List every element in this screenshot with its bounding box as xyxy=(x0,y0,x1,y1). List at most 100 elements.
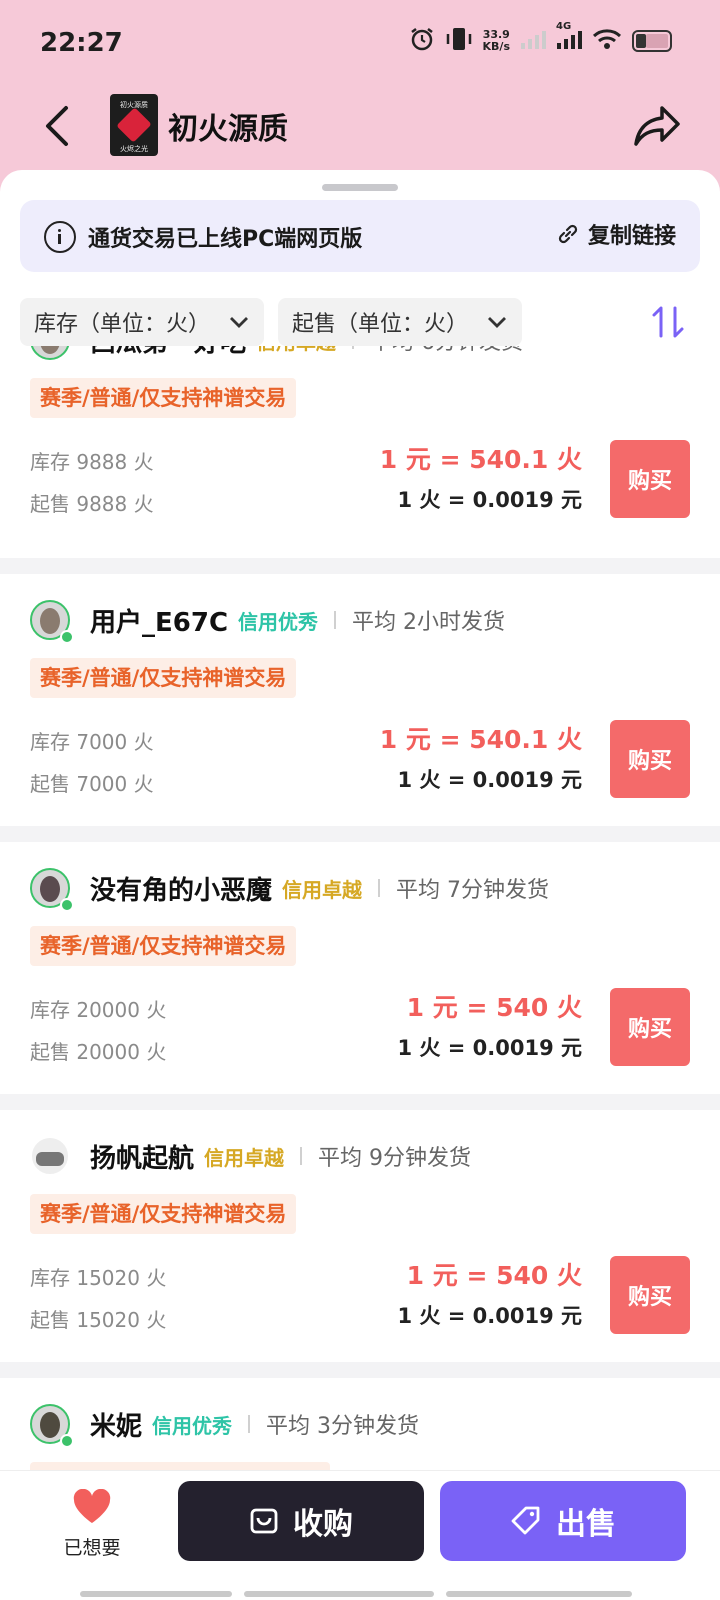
seller-name[interactable]: 米妮 xyxy=(90,1406,142,1443)
notice-text: 通货交易已上线PC端网页版 xyxy=(88,227,363,252)
copy-link-button[interactable]: 复制链接 xyxy=(556,218,676,250)
ship-time: 平均 2小时发货 xyxy=(352,610,506,635)
seller-row: 扬帆起航 信用卓越 平均 9分钟发货 xyxy=(30,1134,471,1178)
battery-icon xyxy=(632,30,672,52)
listing-card: 用户_E67C 信用优秀 平均 2小时发货 赛季/普通/仅支持神谱交易 库存 7… xyxy=(0,574,720,826)
rate-primary: 1 元 = 540.1 火 xyxy=(379,445,582,474)
seller-name[interactable]: 扬帆起航 xyxy=(90,1138,194,1175)
stock-filter-label: 库存（单位：火） xyxy=(34,312,211,337)
divider xyxy=(334,611,337,629)
seller-name[interactable]: 用户_E67C xyxy=(90,602,228,639)
seller-name[interactable]: 西瓜第一好吃 xyxy=(90,346,246,359)
buy-button[interactable]: 购买 xyxy=(610,720,690,798)
buy-button[interactable]: 购买 xyxy=(610,1256,690,1334)
status-icons: 33.9 KB/s 4G xyxy=(409,21,672,56)
seller-name[interactable]: 没有角的小恶魔 xyxy=(90,870,272,907)
card-divider xyxy=(0,826,720,842)
ship-time: 平均 6分钟发货 xyxy=(370,346,523,356)
bottom-action-bar: 已想要 收购 出售 xyxy=(0,1470,720,1600)
info-icon xyxy=(44,221,76,253)
listing-card: 扬帆起航 信用卓越 平均 9分钟发货 赛季/普通/仅支持神谱交易 库存 1502… xyxy=(0,1110,720,1362)
share-button[interactable] xyxy=(632,100,684,150)
purchase-request-button[interactable]: 收购 xyxy=(178,1481,424,1561)
avatar[interactable] xyxy=(30,1404,74,1448)
home-indicator xyxy=(446,1591,632,1597)
buy-button[interactable]: 购买 xyxy=(610,440,690,518)
min-filter-dropdown[interactable]: 起售（单位：火） xyxy=(278,298,522,346)
wishlist-button[interactable]: 已想要 xyxy=(60,1488,124,1560)
net-speed: 33.9 KB/s xyxy=(483,29,510,53)
divider xyxy=(248,1415,251,1433)
stock-text: 库存 20000 火 xyxy=(30,998,167,1022)
status-bar: 22:27 33.9 KB/s 4G xyxy=(0,0,720,90)
seller-row: 没有角的小恶魔 信用卓越 平均 7分钟发货 xyxy=(30,866,549,912)
sell-label: 出售 xyxy=(556,1507,616,1542)
credit-badge: 信用卓越 xyxy=(282,877,363,902)
buy-button[interactable]: 购买 xyxy=(610,988,690,1066)
online-indicator xyxy=(60,898,74,912)
vibrate-icon xyxy=(445,26,473,56)
rate-primary: 1 元 = 540.1 火 xyxy=(379,725,582,754)
page-title: 初火源质 xyxy=(168,112,288,147)
credit-badge: 信用卓越 xyxy=(256,346,336,355)
seller-row: 用户_E67C 信用优秀 平均 2小时发货 xyxy=(30,598,506,644)
min-text: 起售 20000 火 xyxy=(30,1040,167,1064)
rate-primary: 1 元 = 540 火 xyxy=(406,993,582,1022)
seller-row: 米妮 信用优秀 平均 3分钟发货 xyxy=(30,1402,420,1448)
divider xyxy=(352,346,355,349)
card-divider xyxy=(0,558,720,574)
min-text: 起售 7000 火 xyxy=(30,772,154,796)
ship-time: 平均 9分钟发货 xyxy=(318,1146,472,1171)
copy-link-label: 复制链接 xyxy=(587,224,676,249)
listing-card: 没有角的小恶魔 信用卓越 平均 7分钟发货 赛季/普通/仅支持神谱交易 库存 2… xyxy=(0,842,720,1094)
stock-text: 库存 9888 火 xyxy=(30,450,154,474)
online-indicator xyxy=(60,630,74,644)
avatar[interactable] xyxy=(30,1136,70,1176)
bag-icon xyxy=(250,1508,278,1534)
listing-card: 西瓜第一好吃 信用卓越 平均 6分钟发货 赛季/普通/仅支持神谱交易 库存 98… xyxy=(0,346,720,546)
avatar[interactable] xyxy=(30,868,74,912)
sheet-handle[interactable] xyxy=(322,184,398,191)
net-speed-unit: KB/s xyxy=(482,40,510,53)
min-text: 起售 9888 火 xyxy=(30,492,154,516)
sort-button[interactable] xyxy=(648,304,688,340)
chevron-down-icon xyxy=(488,317,506,328)
wishlist-label: 已想要 xyxy=(63,1537,121,1559)
divider xyxy=(300,1147,303,1165)
ship-time: 平均 3分钟发货 xyxy=(266,1414,420,1439)
rate-secondary: 1 火 = 0.0019 元 xyxy=(397,488,583,512)
listing-card: 米妮 信用优秀 平均 3分钟发货 xyxy=(0,1378,720,1472)
game-logo: 初火源质 火烬之光 xyxy=(110,94,158,156)
item-tag: 赛季/普通/仅支持神谱交易 xyxy=(30,1194,297,1234)
wifi-icon xyxy=(592,28,622,54)
share-icon xyxy=(634,106,680,146)
credit-badge: 信用卓越 xyxy=(204,1145,285,1170)
tag-icon xyxy=(511,1506,540,1535)
stock-filter-dropdown[interactable]: 库存（单位：火） xyxy=(20,298,264,346)
sell-button[interactable]: 出售 xyxy=(440,1481,686,1561)
back-arrow-icon xyxy=(46,106,68,146)
notice-banner: 通货交易已上线PC端网页版 复制链接 xyxy=(20,200,700,272)
header: 初火源质 火烬之光 初火源质 xyxy=(0,90,720,170)
avatar[interactable] xyxy=(30,600,74,644)
heart-icon xyxy=(73,1488,111,1523)
divider xyxy=(378,879,381,897)
avatar[interactable] xyxy=(30,346,70,360)
stock-text: 库存 15020 火 xyxy=(30,1266,167,1290)
min-text: 起售 15020 火 xyxy=(30,1308,167,1332)
back-button[interactable] xyxy=(36,102,80,150)
filter-bar: 库存（单位：火） 起售（单位：火） xyxy=(20,298,700,346)
listing-list[interactable]: 西瓜第一好吃 信用卓越 平均 6分钟发货 赛季/普通/仅支持神谱交易 库存 98… xyxy=(0,346,720,1472)
item-tag: 赛季/普通/仅支持神谱交易 xyxy=(30,658,297,698)
purchase-request-label: 收购 xyxy=(293,1507,353,1542)
min-filter-label: 起售（单位：火） xyxy=(292,312,469,337)
content-sheet: 通货交易已上线PC端网页版 复制链接 库存（单位：火） 起售（单位：火） 西瓜第… xyxy=(0,170,720,1600)
logo-text-bottom: 火烬之光 xyxy=(120,145,148,153)
rate-secondary: 1 火 = 0.0019 元 xyxy=(397,1304,583,1328)
status-time: 22:27 xyxy=(40,28,123,58)
alarm-icon xyxy=(409,26,435,56)
online-indicator xyxy=(60,1434,74,1448)
item-tag: 赛季/普通/仅支持神谱交易 xyxy=(30,926,297,966)
card-divider xyxy=(0,1094,720,1110)
seller-row: 西瓜第一好吃 信用卓越 平均 6分钟发货 xyxy=(30,346,523,362)
